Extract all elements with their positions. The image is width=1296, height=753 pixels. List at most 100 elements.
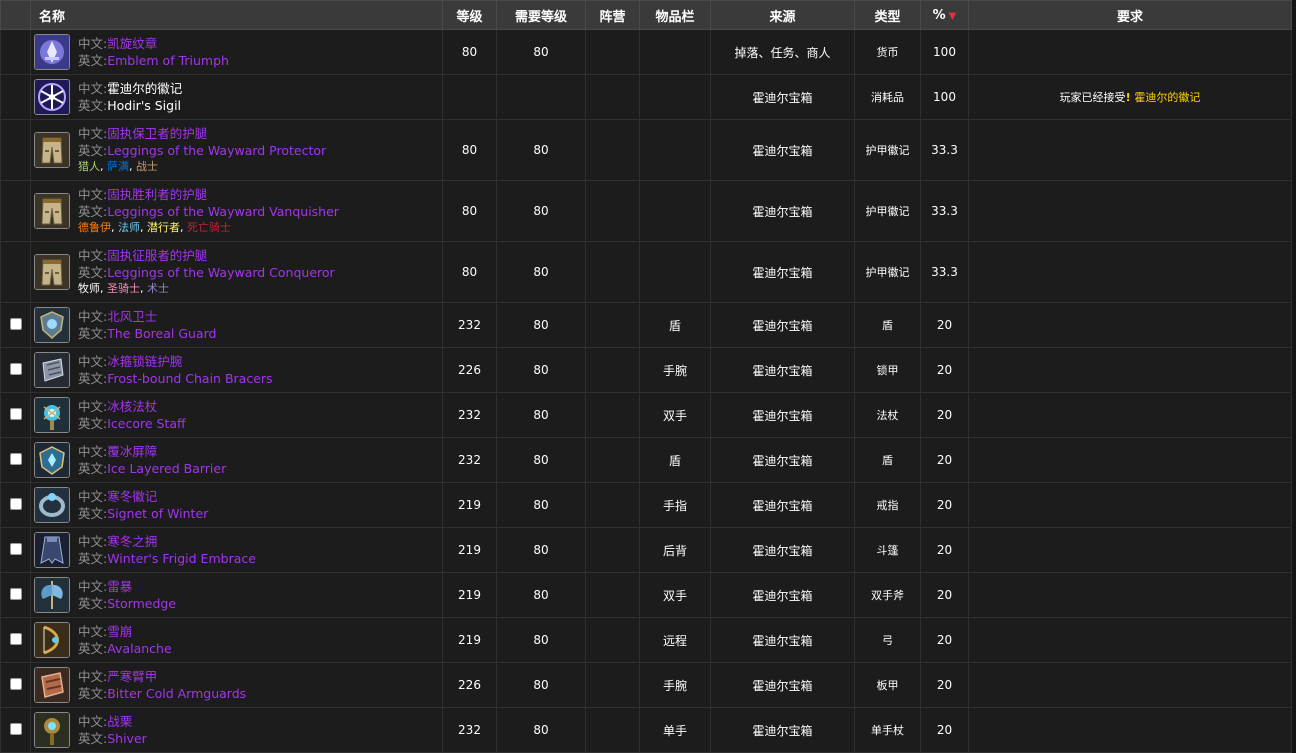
class-link[interactable]: 潜行者 (147, 221, 180, 234)
slot-col-header[interactable]: 物品栏 (639, 0, 711, 30)
table-row[interactable]: 中文:战栗 英文:Shiver 232 80 单手 霍迪尔宝箱 单手杖 20 (0, 707, 1292, 753)
select-cell[interactable] (0, 572, 31, 618)
item-name-cn-link[interactable]: 固执保卫者的护腿 (107, 126, 207, 141)
emblem-icon[interactable] (34, 34, 70, 70)
select-cell[interactable] (0, 527, 31, 573)
class-link[interactable]: 死亡骑士 (187, 221, 231, 234)
bracers-icon[interactable] (34, 352, 70, 388)
item-name-en-link[interactable]: Bitter Cold Armguards (107, 686, 246, 701)
level-col-header[interactable]: 等级 (442, 0, 497, 30)
select-cell[interactable] (0, 662, 31, 708)
type-col-header[interactable]: 类型 (854, 0, 921, 30)
item-name-en-link[interactable]: Leggings of the Wayward Protector (107, 143, 326, 158)
leggings-icon[interactable] (34, 193, 70, 229)
table-row[interactable]: 中文:严寒臂甲 英文:Bitter Cold Armguards 226 80 手腕 霍迪… (0, 662, 1292, 708)
class-link[interactable]: 法师 (118, 221, 140, 234)
select-cell[interactable] (0, 617, 31, 663)
class-link[interactable]: 圣骑士 (107, 282, 140, 295)
class-link[interactable]: 德鲁伊 (78, 221, 111, 234)
table-row[interactable]: 中文:冰箍锁链护腕 英文:Frost-bound Chain Bracers 226… (0, 347, 1292, 393)
item-name-cn-link[interactable]: 雷暴 (107, 579, 132, 594)
item-name-cn-link[interactable]: 严寒臂甲 (107, 669, 157, 684)
item-name-cn-link[interactable]: 战栗 (107, 714, 132, 729)
item-name-en-link[interactable]: Avalanche (107, 641, 171, 656)
table-row[interactable]: 中文:冰核法杖 英文:Icecore Staff 232 80 双手 霍迪尔宝箱 法杖 20 (0, 392, 1292, 438)
table-row[interactable]: 中文:固执保卫者的护腿 英文:Leggings of the Wayward Pr… (0, 119, 1292, 181)
table-row[interactable]: 中文:北风卫士 英文:The Boreal Guard 232 80 盾霍迪尔宝箱盾 20 (0, 302, 1292, 348)
item-name-cn-link[interactable]: 霍迪尔的徽记 (107, 81, 182, 96)
select-cell[interactable] (0, 482, 31, 528)
shield-icon[interactable] (34, 307, 70, 343)
item-name-en-link[interactable]: Shiver (107, 731, 147, 746)
leggings-icon[interactable] (34, 254, 70, 290)
bow-icon[interactable] (34, 622, 70, 658)
item-name-cn-link[interactable]: 寒冬徽记 (107, 489, 157, 504)
row-checkbox[interactable] (9, 542, 22, 555)
cloak-icon[interactable] (34, 532, 70, 568)
source-col-header[interactable]: 来源 (710, 0, 855, 30)
barrier-icon[interactable] (34, 442, 70, 478)
item-name-en-link[interactable]: The Boreal Guard (107, 326, 216, 341)
requirement-quest-link[interactable]: 霍迪尔的徽记 (1134, 91, 1200, 104)
item-name-cn-link[interactable]: 雪崩 (107, 624, 132, 639)
item-name-cn-link[interactable]: 冰核法杖 (107, 399, 157, 414)
req-level-col-header[interactable]: 需要等级 (496, 0, 586, 30)
leggings-icon[interactable] (34, 132, 70, 168)
item-name-cn-link[interactable]: 冰箍锁链护腕 (107, 354, 182, 369)
item-name-en-link[interactable]: Ice Layered Barrier (107, 461, 226, 476)
table-row[interactable]: 中文:霍迪尔的徽记 英文:Hodir's Sigil 霍迪尔宝箱 消耗品 100 玩家已经… (0, 74, 1292, 120)
ring-icon[interactable] (34, 487, 70, 523)
row-checkbox[interactable] (9, 722, 22, 735)
row-checkbox[interactable] (9, 407, 22, 420)
row-checkbox[interactable] (9, 317, 22, 330)
select-cell[interactable] (0, 707, 31, 753)
class-link[interactable]: 战士 (136, 160, 158, 173)
table-row[interactable]: 中文:雷暴 英文:Stormedge 219 80 双手 霍迪尔宝箱 双手斧 20 (0, 572, 1292, 618)
table-row[interactable]: 中文:寒冬徽记 英文:Signet of Winter 219 80 手指 霍迪尔宝箱 戒指… (0, 482, 1292, 528)
scepter-icon[interactable] (34, 712, 70, 748)
select-cell[interactable] (0, 437, 31, 483)
item-name-en-link[interactable]: Emblem of Triumph (107, 53, 229, 68)
item-name-en-link[interactable]: Leggings of the Wayward Conqueror (107, 265, 334, 280)
requirements-col-header[interactable]: 要求 (968, 0, 1292, 30)
select-cell[interactable] (0, 392, 31, 438)
class-link[interactable]: 猎人 (78, 160, 100, 173)
item-name-en-link[interactable]: Frost-bound Chain Bracers (107, 371, 272, 386)
axe-icon[interactable] (34, 577, 70, 613)
class-link[interactable]: 术士 (147, 282, 169, 295)
table-row[interactable]: 中文:固执征服者的护腿 英文:Leggings of the Wayward Co… (0, 241, 1292, 303)
table-row[interactable]: 中文:雪崩 英文:Avalanche 219 80 远程 霍迪尔宝箱弓 20 (0, 617, 1292, 663)
row-checkbox[interactable] (9, 497, 22, 510)
item-name-en-link[interactable]: Stormedge (107, 596, 176, 611)
armguards-icon[interactable] (34, 667, 70, 703)
percent-col-header[interactable]: % ▼ (920, 0, 969, 30)
class-link[interactable]: 萨满 (107, 160, 129, 173)
table-row[interactable]: 中文:覆冰屏障 英文:Ice Layered Barrier 232 80 盾霍迪尔宝箱… (0, 437, 1292, 483)
staff-icon[interactable] (34, 397, 70, 433)
row-checkbox[interactable] (9, 587, 22, 600)
sigil-icon[interactable] (34, 79, 70, 115)
item-name-cn-link[interactable]: 覆冰屏障 (107, 444, 157, 459)
item-name-en-link[interactable]: Leggings of the Wayward Vanquisher (107, 204, 339, 219)
item-name-en-link[interactable]: Icecore Staff (107, 416, 185, 431)
faction-col-header[interactable]: 阵营 (585, 0, 640, 30)
item-name-cn-link[interactable]: 凯旋纹章 (107, 36, 157, 51)
row-checkbox[interactable] (9, 362, 22, 375)
item-name-cn-link[interactable]: 寒冬之拥 (107, 534, 157, 549)
table-row[interactable]: 中文:寒冬之拥 英文:Winter's Frigid Embrace 219 80 后背… (0, 527, 1292, 573)
item-name-en-link[interactable]: Winter's Frigid Embrace (107, 551, 256, 566)
item-name-en-link[interactable]: Hodir's Sigil (107, 98, 181, 113)
item-name-cn-link[interactable]: 北风卫士 (107, 309, 157, 324)
item-name-cn-link[interactable]: 固执胜利者的护腿 (107, 187, 207, 202)
select-cell[interactable] (0, 347, 31, 393)
table-row[interactable]: 中文:固执胜利者的护腿 英文:Leggings of the Wayward Va… (0, 180, 1292, 242)
row-checkbox[interactable] (9, 452, 22, 465)
class-link[interactable]: 牧师 (78, 282, 100, 295)
table-row[interactable]: 中文:凯旋纹章 英文:Emblem of Triumph 80 80 掉落、任务、商人货… (0, 29, 1292, 75)
item-name-cn-link[interactable]: 固执征服者的护腿 (107, 248, 207, 263)
row-checkbox[interactable] (9, 632, 22, 645)
select-cell[interactable] (0, 302, 31, 348)
name-col-header[interactable]: 名称 (30, 0, 443, 30)
row-checkbox[interactable] (9, 677, 22, 690)
item-name-en-link[interactable]: Signet of Winter (107, 506, 208, 521)
